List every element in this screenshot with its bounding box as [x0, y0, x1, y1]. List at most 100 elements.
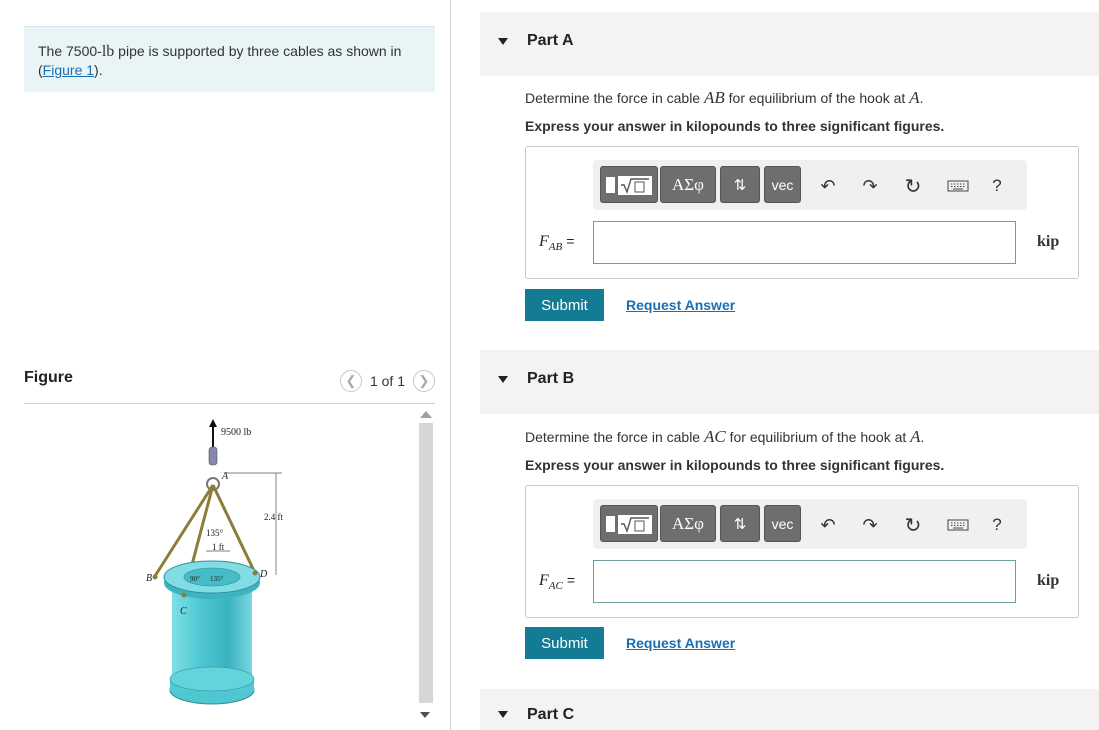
question-text: Determine the force in cable: [525, 429, 704, 445]
help-button[interactable]: ?: [988, 513, 1006, 537]
part-a-header[interactable]: Part A: [480, 12, 1099, 76]
scroll-down-icon[interactable]: [420, 712, 430, 718]
figure-header: Figure ❮ 1 of 1 ❯: [24, 368, 435, 404]
reset-icon: ↻: [904, 175, 922, 198]
point-b-label: B: [146, 573, 152, 584]
question-end: .: [919, 90, 924, 106]
part-a-answer-box: ΑΣφ ⇅ vec ↶ ↷ ↻ ? FAB = kip: [525, 146, 1079, 279]
part-b-header[interactable]: Part B: [480, 350, 1099, 414]
keyboard-icon: [947, 519, 969, 531]
pipe-figure: 9500 lb A 2.4 ft 135° 1 ft 90° 135° B C: [146, 419, 283, 705]
templates-icon: [606, 514, 652, 534]
scroll-thumb[interactable]: [419, 423, 433, 703]
undo-button[interactable]: ↶: [818, 513, 838, 537]
question-end: .: [920, 429, 925, 445]
attach-c: [181, 592, 187, 598]
help-button[interactable]: ?: [988, 174, 1006, 198]
keyboard-icon: [947, 180, 969, 192]
reset-button[interactable]: ↻: [902, 513, 924, 537]
problem-link-close: ).: [94, 62, 103, 78]
updown-button[interactable]: ⇅: [720, 505, 760, 542]
keyboard-button[interactable]: [946, 174, 970, 198]
next-figure-button[interactable]: ❯: [413, 370, 435, 392]
redo-button[interactable]: ↷: [860, 513, 880, 537]
reset-icon: ↻: [904, 514, 922, 537]
point-c-label: C: [180, 606, 187, 617]
math-toolbar: ΑΣφ ⇅ vec ↶ ↷ ↻ ?: [593, 160, 1027, 210]
redo-icon: ↷: [862, 175, 878, 196]
figure-area: 9500 lb A 2.4 ft 135° 1 ft 90° 135° B C: [24, 405, 435, 730]
part-b-question: Determine the force in cable AC for equi…: [525, 427, 924, 447]
answer-unit: kip: [1037, 233, 1060, 250]
vec-button[interactable]: vec: [764, 166, 801, 203]
pipe-bottom-edge: [169, 666, 255, 692]
problem-statement: The 7500-lb pipe is supported by three c…: [24, 26, 435, 92]
var-main: F: [539, 572, 549, 589]
part-a-label: Part A: [527, 32, 574, 49]
radius-label: 1 ft: [212, 542, 225, 552]
undo-icon: ↶: [820, 175, 836, 196]
updown-icon: ⇅: [733, 515, 747, 533]
question-text: for equilibrium of the hook at: [724, 90, 910, 106]
chevron-right-icon: ❯: [418, 373, 430, 388]
question-point: A: [909, 88, 920, 107]
part-c-header[interactable]: Part C: [480, 689, 1099, 730]
problem-text-2: pipe is supported by three cables as sho…: [114, 43, 402, 59]
templates-button[interactable]: [600, 166, 658, 203]
collapse-triangle-icon: [498, 711, 508, 718]
question-var: AB: [703, 88, 725, 107]
part-a-request-answer-link[interactable]: Request Answer: [626, 297, 735, 313]
height-label: 2.4 ft: [264, 512, 283, 522]
angle-label: 135°: [206, 528, 224, 538]
column-divider: [450, 0, 451, 730]
answer-variable: FAB =: [539, 233, 574, 253]
weight-label: 9500 lb: [221, 427, 251, 438]
figure-pager: ❮ 1 of 1 ❯: [339, 370, 435, 392]
templates-icon: [606, 175, 652, 195]
inner-angle-2: 135°: [210, 575, 224, 583]
point-a-label: A: [221, 471, 229, 482]
point-d-label: D: [259, 569, 268, 580]
templates-button[interactable]: [600, 505, 658, 542]
part-b-answer-box: ΑΣφ ⇅ vec ↶ ↷ ↻ ? FAC = kip: [525, 485, 1079, 618]
redo-button[interactable]: ↷: [860, 174, 880, 198]
var-sub: AC: [548, 580, 563, 593]
question-var: AC: [703, 427, 726, 446]
vec-button[interactable]: vec: [764, 505, 801, 542]
part-a-answer-input[interactable]: [593, 221, 1016, 264]
problem-unit: lb: [101, 43, 115, 60]
keyboard-button[interactable]: [946, 513, 970, 537]
updown-icon: ⇅: [733, 176, 747, 194]
reset-button[interactable]: ↻: [902, 174, 924, 198]
question-point: A: [910, 427, 921, 446]
collapse-triangle-icon: [498, 38, 508, 45]
equals-sign: =: [566, 233, 575, 249]
answer-variable: FAC =: [539, 572, 575, 592]
hook-shackle: [208, 446, 218, 466]
part-b-request-answer-link[interactable]: Request Answer: [626, 635, 735, 651]
part-b-label: Part B: [527, 370, 575, 387]
figure-link[interactable]: Figure 1: [43, 62, 94, 78]
part-a-submit-button[interactable]: Submit: [525, 289, 604, 321]
answer-unit: kip: [1037, 572, 1060, 589]
prev-figure-button[interactable]: ❮: [339, 370, 362, 392]
weight-arrowhead: [209, 419, 217, 427]
part-a-question: Determine the force in cable AB for equi…: [525, 88, 923, 108]
greek-button[interactable]: ΑΣφ: [660, 166, 716, 203]
updown-button[interactable]: ⇅: [720, 166, 760, 203]
math-toolbar: ΑΣφ ⇅ vec ↶ ↷ ↻ ?: [593, 499, 1027, 549]
part-c-label: Part C: [527, 706, 575, 723]
part-b-answer-input[interactable]: [593, 560, 1016, 603]
undo-button[interactable]: ↶: [818, 174, 838, 198]
collapse-triangle-icon: [498, 376, 508, 383]
pager-text: 1 of 1: [369, 373, 405, 389]
attach-b: [152, 574, 158, 580]
scroll-up-icon[interactable]: [420, 411, 432, 418]
part-b-instruction: Express your answer in kilopounds to thr…: [525, 457, 945, 473]
part-b-submit-button[interactable]: Submit: [525, 627, 604, 659]
figure-title: Figure: [24, 369, 73, 386]
undo-icon: ↶: [820, 514, 836, 535]
problem-text-1: The 7500-: [38, 43, 102, 59]
figure-scrollbar[interactable]: [416, 407, 434, 727]
greek-button[interactable]: ΑΣφ: [660, 505, 716, 542]
